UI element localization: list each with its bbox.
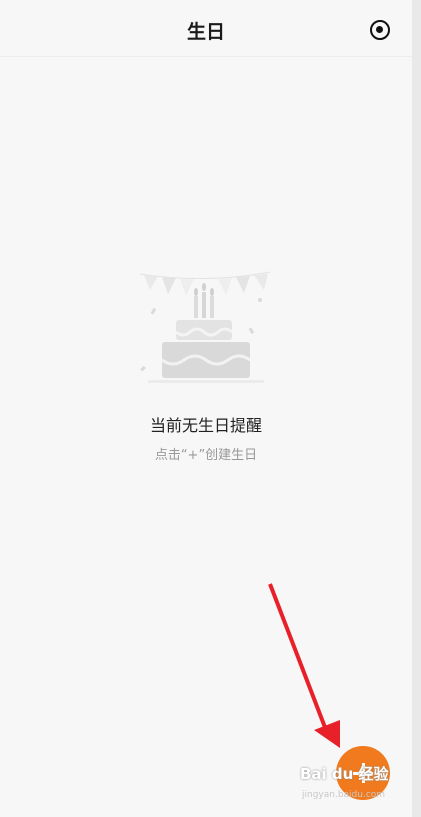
empty-state-title: 当前无生日提醒 (149, 416, 262, 435)
page-title: 生日 (186, 21, 225, 43)
top-bar: 生日 (0, 0, 412, 57)
record-circle-icon (376, 26, 383, 33)
baidu-watermark-url: jingyan.baidu.com (302, 790, 386, 800)
red-arrow-icon (268, 583, 340, 748)
baidu-watermark: Bai du 经验 (300, 765, 389, 783)
empty-state-hint: 点击“+”创建生日 (154, 448, 258, 463)
birthday-cake-illustration (139, 271, 271, 383)
settings-button[interactable] (370, 20, 390, 40)
cake-icon (148, 320, 264, 383)
candles-icon (194, 283, 214, 318)
scrollbar[interactable] (412, 0, 421, 817)
